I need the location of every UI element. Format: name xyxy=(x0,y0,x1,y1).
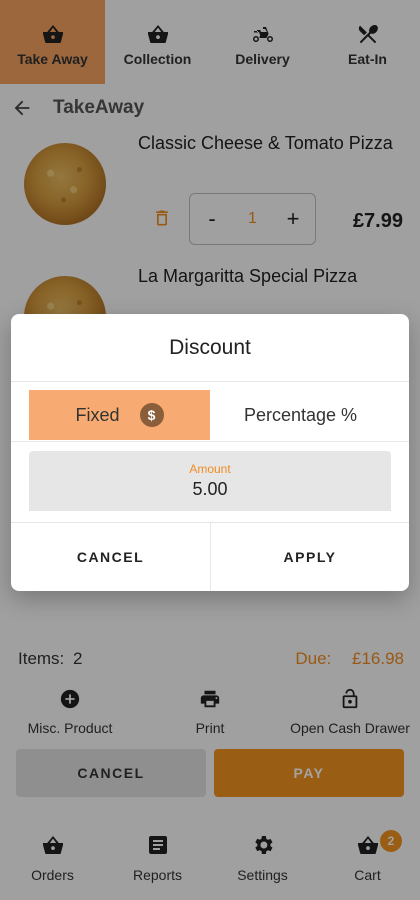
amount-field[interactable]: Amount 5.00 xyxy=(29,451,391,511)
option-label: Percentage % xyxy=(243,404,358,425)
dialog-title: Discount xyxy=(11,314,409,382)
amount-input[interactable]: 5.00 xyxy=(192,479,227,500)
discount-dialog: Discount Fixed $ Percentage % Amount 5.0… xyxy=(11,314,409,591)
dialog-actions: CANCEL APPLY xyxy=(11,522,409,591)
cancel-button[interactable]: CANCEL xyxy=(11,523,210,591)
dollar-icon: $ xyxy=(139,403,164,427)
amount-label: Amount xyxy=(189,462,231,476)
fixed-option[interactable]: Fixed $ xyxy=(29,390,210,440)
percentage-option[interactable]: Percentage % xyxy=(210,390,391,440)
discount-type-selector: Fixed $ Percentage % xyxy=(29,390,391,440)
apply-button[interactable]: APPLY xyxy=(210,523,409,591)
divider xyxy=(11,441,409,442)
option-label: Fixed xyxy=(75,404,120,425)
